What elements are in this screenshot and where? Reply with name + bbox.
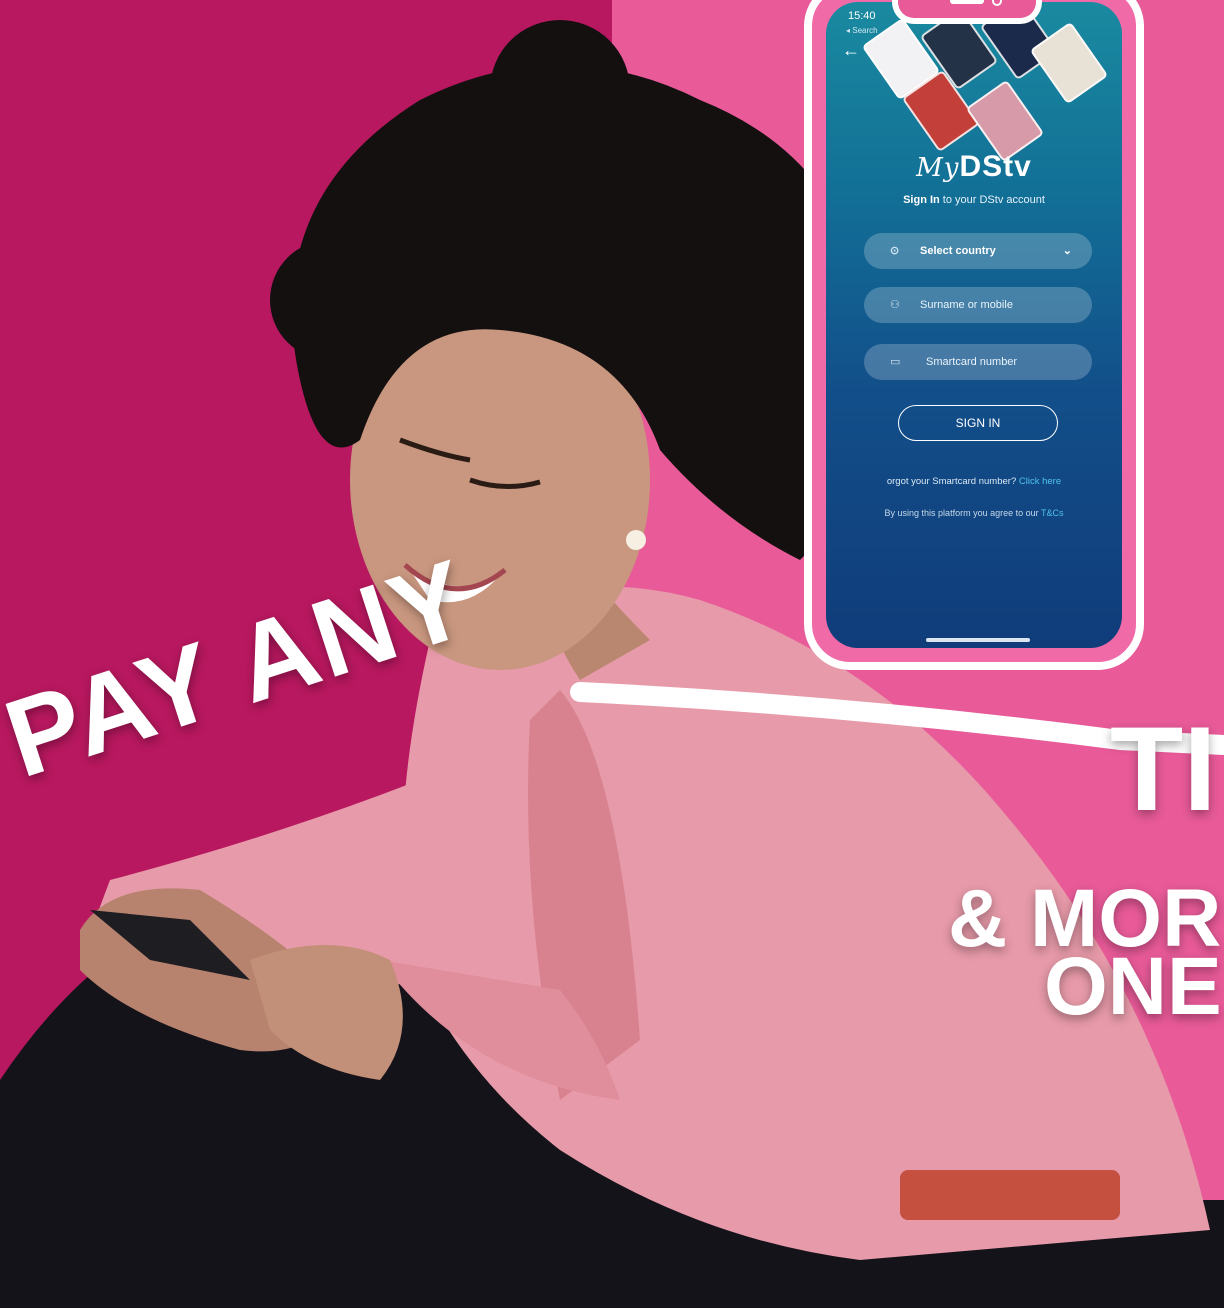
forgot-text: orgot your Smartcard number?: [886, 476, 1017, 487]
location-pin-icon: ⊙: [890, 245, 900, 257]
click-here-link[interactable]: Click here: [1019, 476, 1061, 487]
user-icon: ⚇: [890, 299, 900, 311]
tcs-link[interactable]: T&Cs: [1041, 508, 1064, 518]
home-indicator: [926, 638, 1030, 642]
chevron-down-icon: ⌄: [1062, 245, 1072, 257]
headline-time: TI: [1110, 702, 1217, 836]
card-icon: ▭: [890, 356, 901, 368]
arrow-left-icon[interactable]: ←: [842, 40, 860, 61]
surname-input[interactable]: ⚇ Surname or mobile: [864, 287, 1092, 323]
subtitle-rest: to your DStv account: [939, 194, 1045, 206]
sign-in-button[interactable]: SIGN IN: [898, 405, 1058, 441]
phone-notch: [892, 0, 1042, 24]
terms-prefix: By using this platform you agree to our: [884, 508, 1039, 518]
terms-text: By using this platform you agree to our …: [826, 508, 1122, 518]
mydstv-logo: MyDStv: [826, 150, 1122, 184]
speaker-bar: [950, 0, 984, 4]
status-time: 15:40: [848, 10, 876, 22]
camera-icon: [992, 0, 1002, 6]
smartcard-input[interactable]: ▭ Smartcard number: [864, 344, 1092, 380]
country-select[interactable]: ⊙ Select country ⌄: [864, 233, 1092, 269]
sign-in-subtitle: Sign In to your DStv account: [826, 194, 1122, 206]
headline-one: ONE: [1044, 941, 1222, 1032]
forgot-smartcard-text: orgot your Smartcard number? Click here: [826, 476, 1122, 487]
phone-mockup: 15:40 ◂ Search ← MyDStv Sign In to your …: [804, 0, 1144, 670]
logo-brand-text: DStv: [959, 150, 1032, 183]
subtitle-bold: Sign In: [903, 194, 940, 206]
surname-placeholder: Surname or mobile: [920, 299, 1013, 311]
smartcard-placeholder: Smartcard number: [926, 356, 1018, 368]
status-back-link[interactable]: ◂ Search: [846, 26, 878, 35]
country-select-label: Select country: [920, 245, 996, 257]
phone-screen: 15:40 ◂ Search ← MyDStv Sign In to your …: [826, 2, 1122, 648]
logo-my-text: My: [916, 153, 960, 183]
